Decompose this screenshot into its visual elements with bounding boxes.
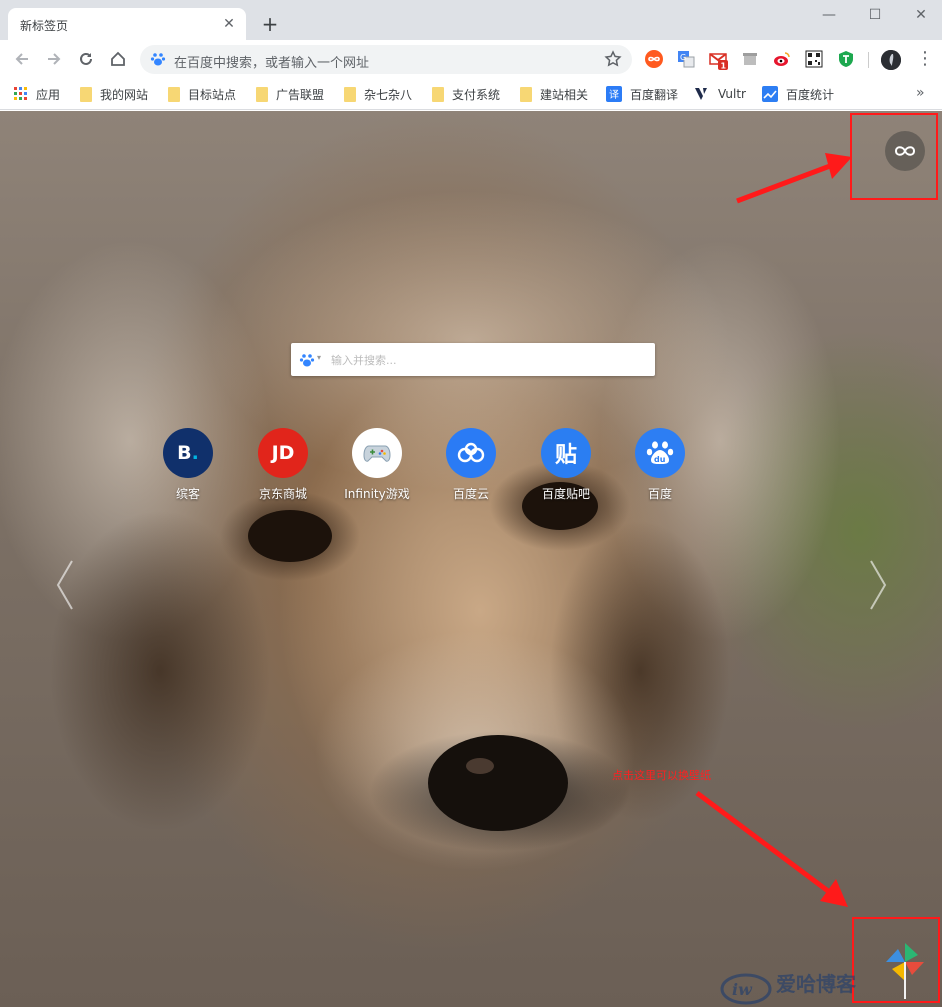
- bookmark-folder[interactable]: 建站相关: [520, 85, 588, 103]
- tieba-icon: 贴: [541, 428, 591, 478]
- wallpaper-dog: [0, 191, 840, 871]
- bookmark-folder[interactable]: 杂七杂八: [344, 85, 412, 103]
- toolbar-separator: [868, 52, 869, 68]
- folder-icon: [256, 86, 268, 102]
- svg-text:译: 译: [609, 89, 619, 101]
- tile-label: 京东商城: [258, 487, 307, 501]
- bookmark-label: 杂七杂八: [364, 87, 413, 102]
- back-button[interactable]: [12, 49, 32, 69]
- tile-label: 百度贴吧: [541, 487, 590, 501]
- home-icon: [111, 51, 125, 66]
- tile-baidu-cloud[interactable]: 百度云: [424, 428, 518, 502]
- tile-baidu[interactable]: du 百度: [613, 428, 707, 502]
- store-icon[interactable]: [741, 50, 759, 68]
- bookmark-star-icon[interactable]: [604, 50, 622, 68]
- folder-icon: [344, 86, 356, 102]
- tab-new-tab[interactable]: 新标签页 ✕: [8, 8, 246, 40]
- toolbar: 在百度中搜索，或者输入一个网址 G 1 ⋮: [0, 40, 942, 78]
- address-placeholder: 在百度中搜索，或者输入一个网址: [174, 56, 370, 71]
- minimize-button[interactable]: —: [820, 6, 838, 24]
- tile-label: 百度云: [452, 487, 489, 501]
- gamepad-icon: [352, 428, 402, 478]
- close-window-button[interactable]: ✕: [912, 6, 930, 24]
- vultr-icon: [695, 88, 707, 100]
- jd-icon: JD: [258, 428, 308, 478]
- profile-avatar[interactable]: [881, 50, 901, 70]
- newtab-search-box: ▾: [291, 343, 655, 376]
- forward-button[interactable]: [44, 49, 64, 69]
- folder-icon: [80, 86, 92, 102]
- bookmark-label: Vultr: [718, 87, 746, 101]
- tile-baidu-tieba[interactable]: 贴 百度贴吧: [519, 428, 613, 502]
- bookmark-link[interactable]: Vultr: [694, 85, 746, 103]
- next-page-arrow-icon[interactable]: [868, 559, 888, 611]
- bookmarks-overflow-button[interactable]: »: [916, 85, 925, 101]
- bookmark-label: 建站相关: [540, 87, 589, 102]
- weibo-icon[interactable]: [773, 50, 791, 68]
- tab-close-icon[interactable]: ✕: [220, 15, 238, 33]
- bookmark-folder[interactable]: 广告联盟: [256, 85, 324, 103]
- bookmark-label: 支付系统: [452, 87, 501, 102]
- baidu-paw-icon: du: [635, 428, 685, 478]
- bookmark-apps[interactable]: 应用: [14, 85, 60, 103]
- home-button[interactable]: [108, 49, 128, 69]
- bookmark-label: 目标站点: [188, 87, 237, 102]
- bookmark-link[interactable]: 百度统计: [762, 85, 834, 103]
- tile-jd[interactable]: JD 京东商城: [236, 428, 330, 502]
- folder-icon: [432, 86, 444, 102]
- highlight-box-settings: [850, 113, 938, 200]
- bookmark-label: 百度统计: [786, 87, 835, 102]
- watermark-text: 爱哈博客: [776, 972, 857, 996]
- tile-label: Infinity游戏: [344, 487, 410, 501]
- bookmark-label: 我的网站: [100, 87, 149, 102]
- infinity-icon[interactable]: [645, 50, 663, 68]
- baidu-translate-icon: 译: [606, 86, 622, 102]
- prev-page-arrow-icon[interactable]: [55, 559, 75, 611]
- forward-arrow-icon: [48, 53, 61, 65]
- bookmark-label: 百度翻译: [630, 87, 679, 102]
- svg-text:iw: iw: [732, 980, 753, 999]
- watermark-logo: iw 爱哈博客: [720, 972, 857, 1005]
- folder-icon: [520, 86, 532, 102]
- pinwheel-icon[interactable]: [884, 941, 926, 1001]
- baidu-paw-icon[interactable]: [299, 352, 315, 368]
- newtab-search-input[interactable]: [331, 350, 641, 370]
- folder-icon: [168, 86, 180, 102]
- bookmark-folder[interactable]: 目标站点: [168, 85, 236, 103]
- gmail-icon[interactable]: 1: [709, 50, 728, 71]
- tab-strip: 新标签页 ✕ + — ☐ ✕: [0, 0, 942, 40]
- shield-icon[interactable]: [837, 50, 855, 68]
- booking-icon: B.: [163, 428, 213, 478]
- tile-booking[interactable]: B. 缤客: [141, 428, 235, 502]
- tile-label: 百度: [647, 487, 672, 501]
- tile-infinity-games[interactable]: Infinity游戏: [330, 428, 424, 502]
- tile-label: 缤客: [175, 487, 200, 501]
- tab-title: 新标签页: [20, 19, 69, 33]
- bookmark-label: 广告联盟: [276, 87, 325, 102]
- annotation-text: 点击这里可以换壁纸: [612, 769, 711, 782]
- baidu-paw-icon: [150, 53, 166, 66]
- maximize-button[interactable]: ☐: [866, 6, 884, 24]
- address-bar[interactable]: 在百度中搜索，或者输入一个网址: [140, 45, 632, 74]
- engine-dropdown-icon[interactable]: ▾: [317, 353, 321, 362]
- apps-grid-icon: [14, 87, 27, 100]
- new-tab-button[interactable]: +: [258, 12, 282, 36]
- svg-text:G: G: [680, 53, 686, 62]
- translate-icon[interactable]: G: [677, 50, 695, 68]
- baidu-stats-icon: [762, 86, 778, 102]
- qrcode-icon[interactable]: [805, 50, 823, 68]
- bookmarks-bar: 应用 我的网站 目标站点 广告联盟 杂七杂八 支付系统 建站相关 译 百度翻译 …: [0, 78, 942, 110]
- baidu-du-text: du: [654, 455, 666, 464]
- reload-icon: [80, 52, 92, 65]
- chrome-menu-button[interactable]: ⋮: [916, 49, 934, 69]
- gmail-badge-count: 1: [721, 62, 727, 71]
- reload-button[interactable]: [76, 49, 96, 69]
- new-tab-page: ▾ B. 缤客 JD 京东商城 Infinity游戏 百度云 贴 百度贴吧 du: [0, 111, 942, 1007]
- bookmark-folder[interactable]: 我的网站: [80, 85, 148, 103]
- bookmark-folder[interactable]: 支付系统: [432, 85, 500, 103]
- baidu-cloud-icon: [446, 428, 496, 478]
- back-arrow-icon: [15, 53, 28, 65]
- bookmark-link[interactable]: 译 百度翻译: [606, 85, 678, 103]
- bookmark-label: 应用: [36, 87, 61, 102]
